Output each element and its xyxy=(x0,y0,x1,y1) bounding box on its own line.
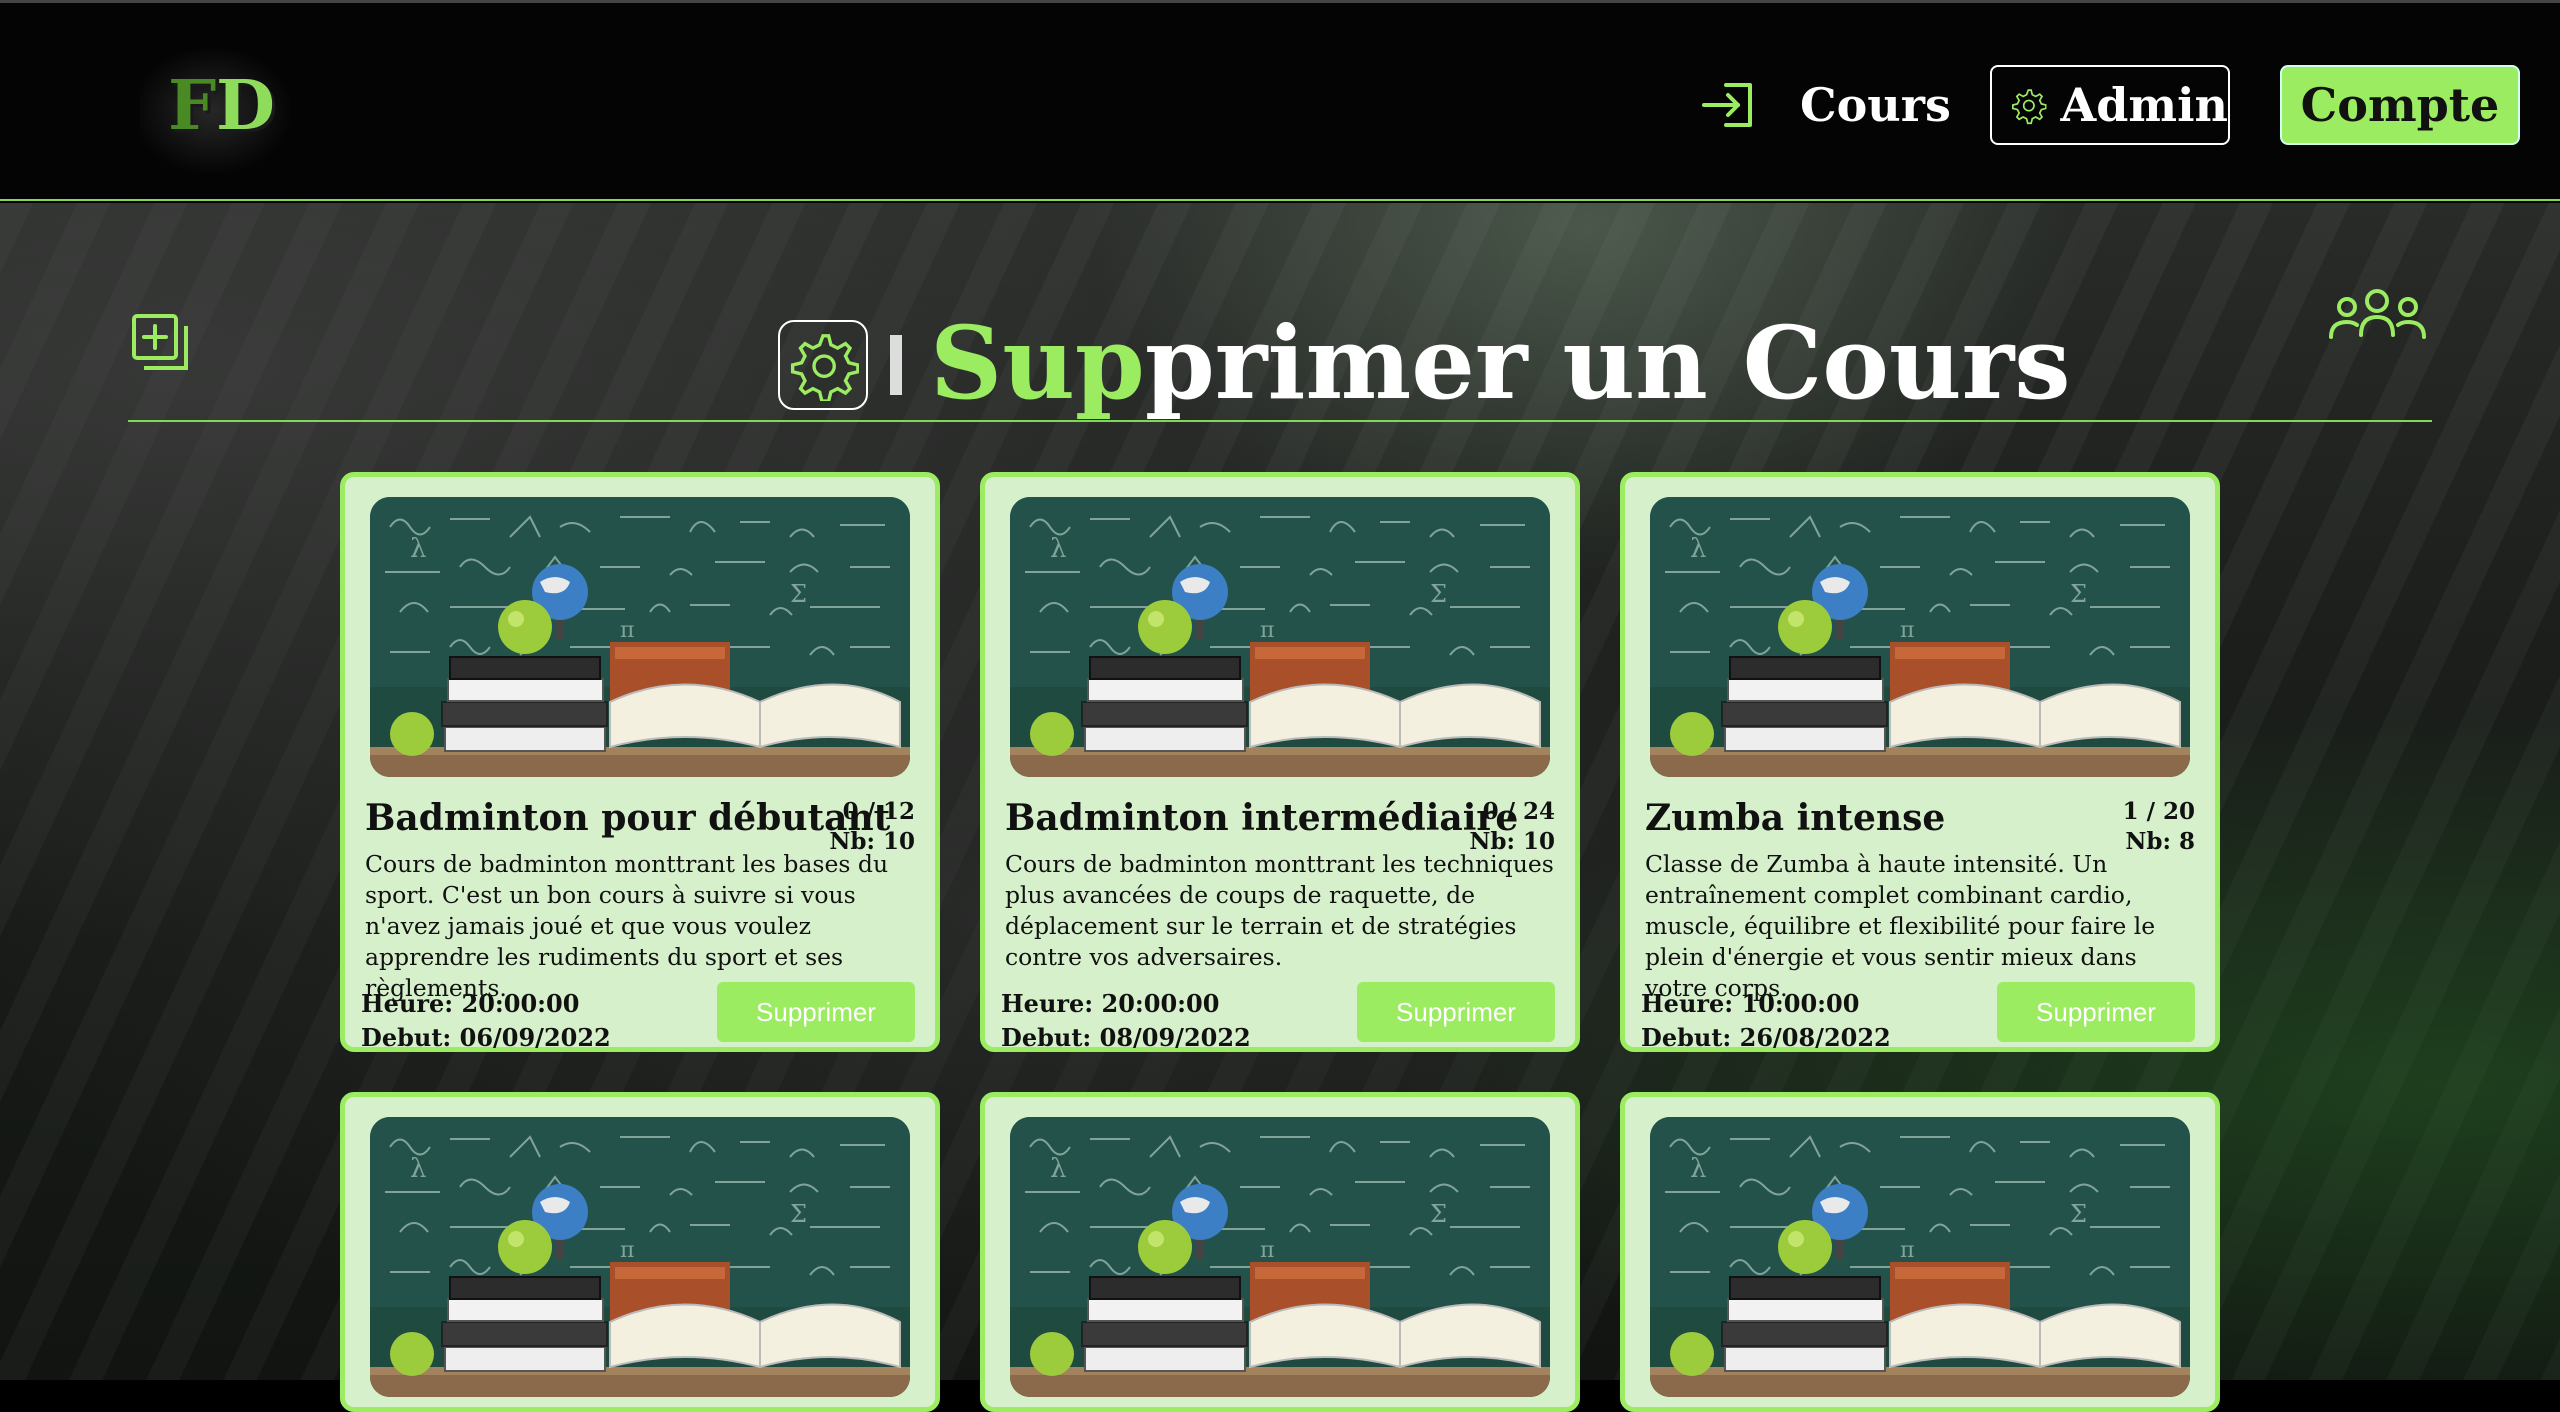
course-card xyxy=(1620,1092,2220,1412)
course-card: Zumba intense 1 / 20 Nb: 8 Classe de Zum… xyxy=(1620,472,2220,1052)
course-card xyxy=(980,1092,1580,1412)
users-icon[interactable] xyxy=(2325,285,2430,345)
page-title-rest: primer un Cours xyxy=(1144,304,2071,422)
course-image xyxy=(370,497,910,777)
title-divider xyxy=(890,335,902,395)
nav-admin-label: Admin xyxy=(2060,78,2228,132)
page-title-accent: Sup xyxy=(930,304,1145,422)
course-title: Badminton pour débutant xyxy=(365,797,891,839)
course-image xyxy=(1010,1117,1550,1397)
nav-compte-button[interactable]: Compte xyxy=(2280,65,2520,145)
course-enrolled: 1 / 20 xyxy=(2122,798,2195,825)
course-card: Badminton pour débutant 0 / 12 Nb: 10 Co… xyxy=(340,472,940,1052)
course-description: Classe de Zumba à haute intensité. Un en… xyxy=(1645,850,2156,1002)
title-rule xyxy=(128,420,2432,422)
course-image xyxy=(1650,1117,2190,1397)
course-debut: Debut: 26/08/2022 xyxy=(1641,1023,1891,1052)
course-capacity: 0 / 12 Nb: 10 xyxy=(829,797,915,857)
course-debut: Debut: 08/09/2022 xyxy=(1001,1023,1251,1052)
course-card xyxy=(340,1092,940,1412)
add-course-icon[interactable] xyxy=(130,312,190,372)
sign-in-icon[interactable] xyxy=(1700,81,1756,129)
title-gear-icon xyxy=(778,320,868,410)
nav-cours-link[interactable]: Cours xyxy=(1800,69,1951,141)
course-schedule: Heure: 10:00:00 Debut: 26/08/2022 xyxy=(1641,987,1891,1055)
course-description: Cours de badminton monttrant les techniq… xyxy=(1005,850,1554,971)
course-image xyxy=(370,1117,910,1397)
course-debut: Debut: 06/09/2022 xyxy=(361,1023,611,1052)
course-image xyxy=(1650,497,2190,777)
logo[interactable]: F D xyxy=(140,41,300,181)
course-title: Badminton intermédiaire xyxy=(1005,797,1519,839)
logo-letter-d: D xyxy=(216,66,275,146)
course-capacity: 0 / 24 Nb: 10 xyxy=(1469,797,1555,857)
course-description: Cours de badminton monttrant les bases d… xyxy=(365,850,889,1002)
navbar: F D Cours Admin Compte xyxy=(0,0,2560,201)
course-title: Zumba intense xyxy=(1645,797,1946,839)
delete-button[interactable]: Supprimer xyxy=(1357,982,1555,1042)
course-schedule: Heure: 20:00:00 Debut: 08/09/2022 xyxy=(1001,987,1251,1055)
course-heure: Heure: 20:00:00 xyxy=(361,989,580,1018)
course-capacity: 1 / 20 Nb: 8 xyxy=(2123,797,2195,857)
course-enrolled: 0 / 12 xyxy=(842,798,915,825)
delete-button[interactable]: Supprimer xyxy=(1997,982,2195,1042)
logo-letter-f: F xyxy=(168,66,217,146)
course-heure: Heure: 10:00:00 xyxy=(1641,989,1860,1018)
course-image xyxy=(1010,497,1550,777)
gear-icon xyxy=(2010,79,2047,131)
course-heure: Heure: 20:00:00 xyxy=(1001,989,1220,1018)
nav-admin-button[interactable]: Admin xyxy=(1990,65,2230,145)
delete-button[interactable]: Supprimer xyxy=(717,982,915,1042)
course-card: Badminton intermédiaire 0 / 24 Nb: 10 Co… xyxy=(980,472,1580,1052)
course-schedule: Heure: 20:00:00 Debut: 06/09/2022 xyxy=(361,987,611,1055)
page-title: Supprimer un Cours xyxy=(930,308,2071,418)
course-enrolled: 0 / 24 xyxy=(1482,798,1555,825)
